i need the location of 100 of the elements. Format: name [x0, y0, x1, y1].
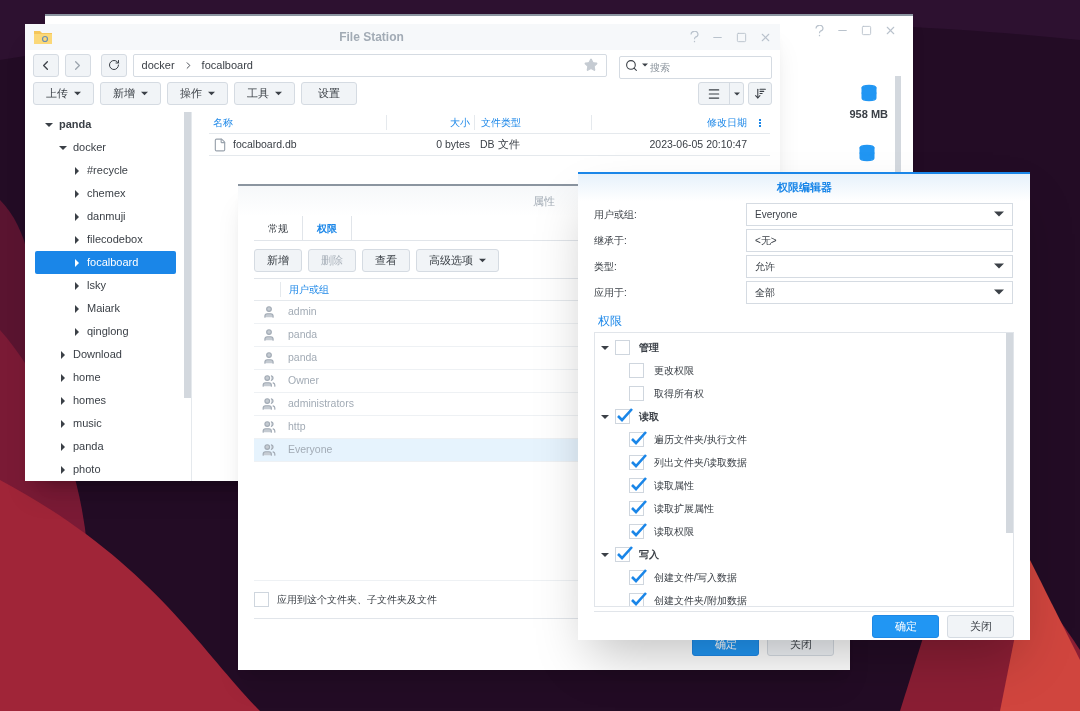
forward-button[interactable]	[64, 53, 91, 77]
back-button[interactable]	[33, 53, 59, 77]
field-label: 继承于:	[594, 233, 628, 248]
folder-tree-item[interactable]: lsky	[35, 274, 176, 297]
checkbox[interactable]	[629, 432, 644, 447]
folder-tree-item[interactable]: qinglong	[35, 320, 176, 343]
scrollbar[interactable]	[1006, 333, 1013, 533]
close-icon[interactable]	[884, 24, 897, 37]
users-icon	[262, 397, 276, 411]
maximize-icon[interactable]	[736, 31, 747, 43]
folder-tree-item[interactable]: Download	[35, 343, 176, 366]
checkbox[interactable]	[629, 593, 644, 606]
column-header[interactable]: 文件类型	[474, 115, 591, 130]
user-name: http	[288, 419, 306, 435]
checkbox-label: 应用到这个文件夹、子文件夹及文件	[277, 593, 437, 607]
caret-icon	[73, 258, 81, 267]
user-icon	[262, 351, 276, 365]
folder-tree-item[interactable]: homes	[35, 389, 176, 412]
checkbox[interactable]	[629, 455, 644, 470]
path-segment[interactable]: focalboard	[201, 56, 253, 74]
permission-label: 读取扩展属性	[654, 502, 714, 516]
close-button[interactable]: 关闭	[947, 614, 1014, 638]
caret-icon	[59, 350, 67, 359]
toolbar-button[interactable]: 高级选项	[416, 249, 499, 272]
caret-icon	[74, 90, 81, 97]
toolbar-button[interactable]: 查看	[362, 249, 410, 272]
checkbox[interactable]	[615, 340, 630, 355]
file-size: 0 bytes	[435, 136, 471, 152]
folder-tree-item[interactable]: focalboard	[35, 251, 176, 274]
caret-icon	[73, 281, 81, 290]
caret-icon	[59, 465, 67, 474]
caret-icon	[994, 287, 1004, 297]
users-icon	[262, 420, 276, 434]
path-field[interactable]: docker focalboard	[132, 53, 607, 77]
permission-label: 读取属性	[654, 479, 694, 493]
column-header[interactable]: 修改日期	[591, 115, 751, 130]
help-icon[interactable]	[815, 24, 824, 37]
database-icon	[858, 144, 876, 162]
checkbox[interactable]	[254, 592, 269, 607]
permission-group[interactable]: 写入	[639, 547, 659, 562]
file-name[interactable]: focalboard.db	[233, 136, 297, 153]
caret-icon	[73, 166, 81, 175]
tab[interactable]: 常规	[254, 216, 303, 240]
folder-tree-item[interactable]: panda	[35, 435, 176, 458]
checkbox[interactable]	[629, 501, 644, 516]
checkbox[interactable]	[629, 524, 644, 539]
caret-icon	[59, 143, 67, 152]
refresh-button[interactable]	[100, 53, 127, 77]
field-label: 用户或组:	[594, 207, 638, 222]
toolbar-button[interactable]: 设置	[301, 82, 357, 105]
dropdown-field[interactable]: 允许	[746, 254, 1013, 278]
folder-tree-item[interactable]: filecodebox	[35, 228, 176, 251]
text-field[interactable]: <无>	[746, 228, 1013, 252]
column-header[interactable]: 大小	[386, 115, 474, 130]
checkbox[interactable]	[615, 409, 630, 424]
caret-icon	[73, 189, 81, 198]
field-label: 应用于:	[594, 285, 628, 300]
toolbar-button[interactable]: 操作	[167, 82, 228, 105]
sort-button[interactable]	[748, 82, 772, 105]
folder-tree-item[interactable]: Maiark	[35, 297, 176, 320]
checkbox[interactable]	[615, 547, 630, 562]
folder-tree-item[interactable]: panda	[35, 113, 176, 136]
view-mode-button[interactable]	[698, 82, 744, 105]
dropdown-field[interactable]: 全部	[746, 280, 1013, 304]
maximize-icon[interactable]	[861, 25, 872, 36]
user-icon	[262, 305, 276, 319]
folder-tree-item[interactable]: docker	[35, 136, 176, 159]
scrollbar[interactable]	[184, 112, 191, 398]
folder-tree-item[interactable]: chemex	[35, 182, 176, 205]
toolbar-button[interactable]: 工具	[234, 82, 295, 105]
column-header[interactable]: 名称	[209, 115, 386, 130]
folder-tree-item[interactable]: music	[35, 412, 176, 435]
folder-tree-item[interactable]: photo	[35, 458, 176, 481]
tab[interactable]: 权限	[303, 216, 352, 240]
caret-icon	[141, 90, 148, 97]
file-type: DB 文件	[479, 136, 521, 152]
checkbox[interactable]	[629, 478, 644, 493]
checkbox[interactable]	[629, 386, 644, 401]
user-name: Everyone	[288, 442, 333, 458]
caret-icon	[994, 261, 1004, 271]
file-icon	[213, 137, 227, 152]
toolbar-button[interactable]: 新增	[100, 82, 161, 105]
user-name: panda	[288, 327, 318, 343]
folder-tree-item[interactable]: #recycle	[35, 159, 176, 182]
column-header[interactable]: 用户或组	[280, 282, 329, 297]
star-icon[interactable]	[583, 58, 598, 72]
toolbar-button[interactable]: 新增	[254, 249, 302, 272]
user-name: panda	[288, 350, 318, 366]
users-icon	[262, 443, 276, 457]
toolbar-button[interactable]: 上传	[33, 82, 94, 105]
help-icon[interactable]	[690, 31, 699, 43]
checkbox[interactable]	[629, 363, 644, 378]
search-field[interactable]: 搜索	[618, 55, 772, 79]
dropdown-field[interactable]: Everyone	[746, 202, 1013, 226]
folder-tree-item[interactable]: danmuji	[35, 205, 176, 228]
path-segment[interactable]: docker	[141, 56, 175, 74]
caret-icon	[73, 235, 81, 244]
checkbox[interactable]	[629, 570, 644, 585]
window-title: File Station	[338, 29, 405, 46]
folder-tree-item[interactable]: home	[35, 366, 176, 389]
